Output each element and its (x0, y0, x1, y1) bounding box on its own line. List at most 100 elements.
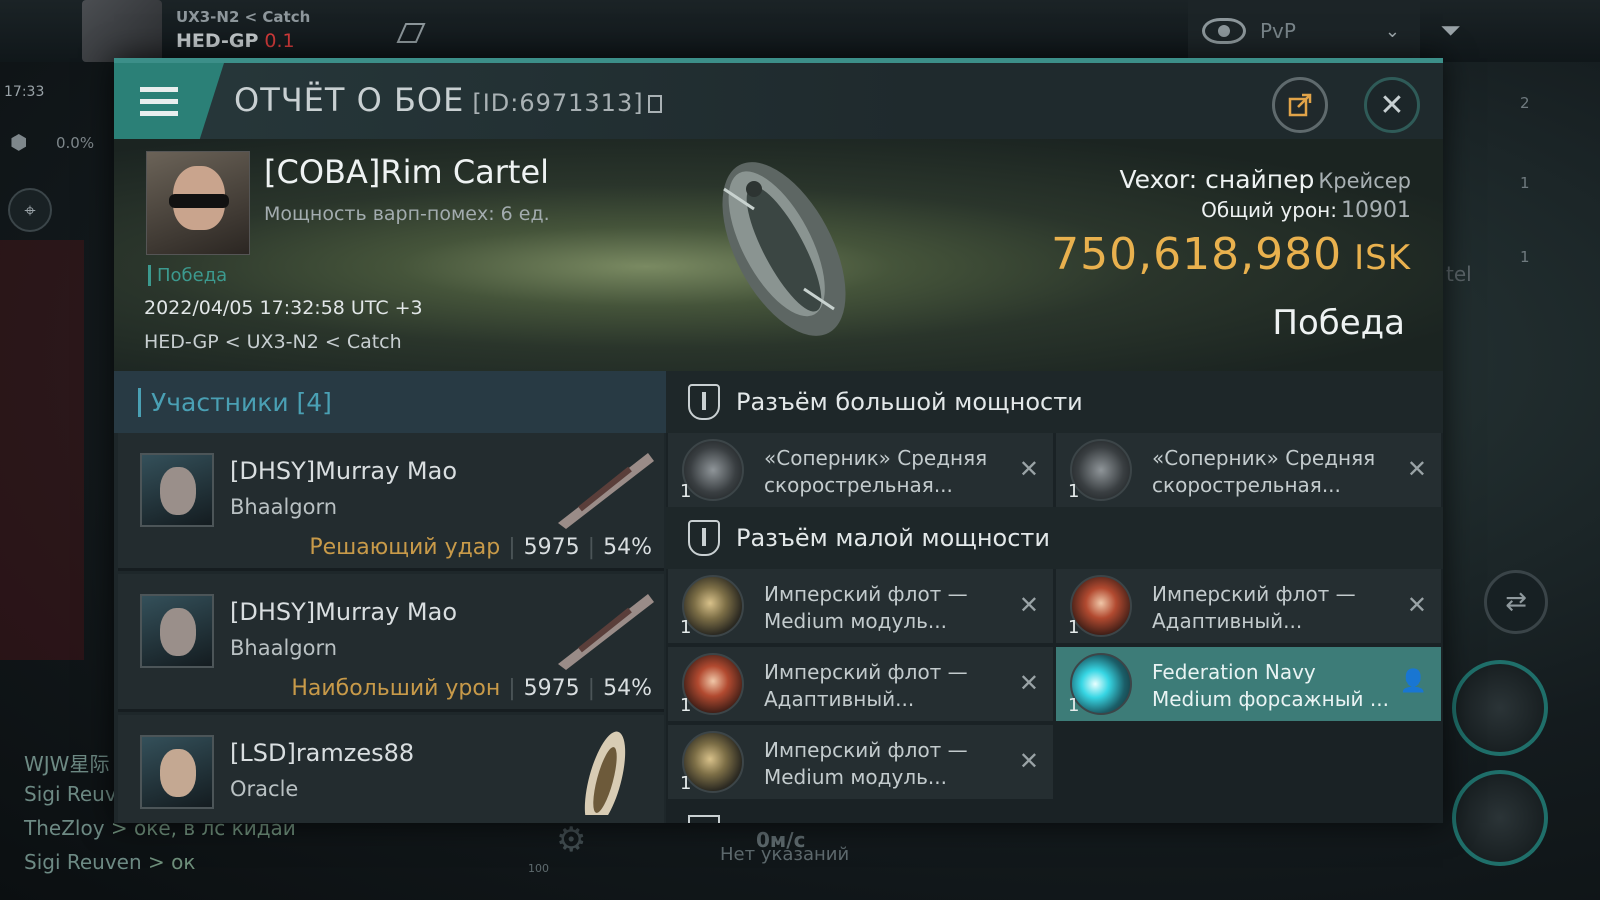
warp-strength: Мощность варп-помех: 6 ед. (264, 203, 550, 225)
chat-name: Sigi Reuven (24, 850, 142, 874)
pilot-damage: 5975 (523, 676, 580, 701)
victim-portrait[interactable] (146, 151, 250, 255)
ship-thumbnail (584, 731, 626, 815)
location-pin-icon[interactable]: ⌖ (8, 188, 52, 232)
cargo-percent: 0.0% (56, 134, 95, 152)
module-item[interactable]: 1 Имперский флот — Medium модуль... ✕ (668, 725, 1053, 799)
module-slot-button[interactable] (1452, 660, 1548, 756)
pilot-name: [LSD]ramzes88 (230, 739, 415, 767)
victim-ship-image (722, 162, 846, 336)
module-item[interactable]: 1 «Соперник» Средняя скорострельная... ✕ (1056, 433, 1441, 507)
pilot-ship: Bhaalgorn (230, 495, 338, 519)
pvp-label: PvP (1260, 19, 1296, 43)
participant-row[interactable]: + [LSD]ramzes88 Oracle (118, 715, 664, 823)
right-panel-item-3[interactable]: 1 (1518, 246, 1530, 267)
left-side-panel (0, 240, 84, 660)
pilot-avatar (140, 594, 214, 668)
close-button[interactable]: ✕ (1364, 77, 1420, 133)
copy-icon[interactable] (647, 95, 662, 113)
system-name: HED-GP (176, 30, 259, 52)
destroyed-x-icon: ✕ (1018, 669, 1039, 697)
title-label: ОТЧЁТ О БОЕ (234, 81, 465, 119)
damage-value: 10901 (1341, 198, 1411, 223)
gear-icon[interactable]: ⚙ (556, 820, 586, 860)
high-slot-header: Разъём большой мощности (666, 371, 1443, 433)
participants-panel: Участники [4] [DHSY]Murray Mao Bhaalgorn… (114, 371, 666, 823)
module-slot-button[interactable] (1452, 770, 1548, 866)
side-text: tel (1446, 262, 1472, 286)
destroyed-x-icon: ✕ (1018, 455, 1039, 483)
module-qty: 1 (680, 617, 692, 638)
high-slot-title: Разъём большой мощности (736, 388, 1083, 416)
low-slot-icon (688, 520, 720, 556)
module-name: Имперский флот — Medium модуль... (764, 738, 968, 789)
module-name: Имперский флот — Адаптивный... (764, 660, 968, 711)
module-name: Federation Navy Medium форсажный ... (1152, 660, 1389, 711)
right-panel-item-2[interactable]: 1 (1518, 172, 1530, 193)
right-count-3: 1 (1520, 248, 1530, 266)
participant-row[interactable]: [DHSY]Murray Mao Bhaalgorn Решающий удар… (118, 433, 664, 571)
destroyed-x-icon: ✕ (1406, 455, 1427, 483)
chat-name: TheZloy (24, 816, 105, 840)
destroyed-x-icon: ✕ (1406, 591, 1427, 619)
chat-line: Sigi Reuven > ок (24, 850, 195, 874)
participants-header[interactable]: Участники [4] (114, 371, 666, 433)
pilot-role: Наибольший урон (291, 676, 501, 701)
right-panel-item-1[interactable]: 2 (1518, 92, 1530, 113)
filter-icon[interactable]: ⏷ (1440, 16, 1470, 46)
module-name: Имперский флот — Адаптивный... (1152, 582, 1356, 633)
share-button[interactable] (1272, 77, 1328, 133)
pilot-ship: Oracle (230, 777, 299, 801)
module-qty: 1 (680, 695, 692, 716)
module-item[interactable]: 1 «Соперник» Средняя скорострельная... ✕ (668, 433, 1053, 507)
ship-class: Крейсер (1318, 169, 1411, 193)
location-route: UX3-N2 < Catch (176, 8, 311, 26)
destroyed-x-icon: ✕ (1018, 747, 1039, 775)
no-orders-label: Нет указаний (720, 844, 850, 865)
pilot-name: [DHSY]Murray Mao (230, 598, 458, 626)
right-count-2: 1 (1520, 174, 1530, 192)
chat-text: > ок (148, 850, 196, 874)
menu-button[interactable] (114, 63, 224, 139)
security-status: 0.1 (264, 30, 295, 52)
clock: 17:33 (4, 84, 45, 100)
module-item[interactable]: 1 Имперский флот — Medium модуль... ✕ (668, 569, 1053, 643)
person-icon: 👤 (1399, 669, 1427, 694)
eye-icon (1202, 18, 1246, 44)
pilot-percent: 54% (603, 535, 652, 560)
isk-unit: ISK (1354, 238, 1411, 278)
chat-line: Sigi Reuv (24, 782, 117, 806)
modal-titlebar: ОТЧЁТ О БОЕ [ID:6971313] ✕ (114, 63, 1443, 139)
pvp-filter-dropdown[interactable]: PvP ⌄ (1188, 0, 1420, 62)
module-name: «Соперник» Средняя скорострельная... (1152, 446, 1376, 497)
destroyed-x-icon: ✕ (1018, 591, 1039, 619)
victim-name[interactable]: [COBA]Rim Cartel (264, 153, 549, 191)
pilot-stats: Наибольший урон | 5975 | 54% (291, 676, 652, 701)
chat-name: Sigi Reuv (24, 782, 117, 806)
module-qty: 1 (1068, 695, 1080, 716)
low-slot-header: Разъём малой мощности (666, 507, 1443, 569)
module-item[interactable]: 1 Имперский флот — Адаптивный... ✕ (1056, 569, 1441, 643)
module-item[interactable]: 1 Имперский флот — Адаптивный... ✕ (668, 647, 1053, 721)
location-system[interactable]: HED-GP 0.1 (176, 30, 295, 52)
pilot-avatar (140, 453, 214, 527)
plus-badge-icon: + (212, 807, 214, 809)
pilot-damage: 5975 (523, 535, 580, 560)
participant-row[interactable]: [DHSY]Murray Mao Bhaalgorn Наибольший ур… (118, 574, 664, 712)
ship-name[interactable]: Vexor: снайпер (1120, 165, 1315, 194)
victory-tag: Победа (148, 265, 227, 286)
next-slot-icon (688, 815, 720, 823)
module-qty: 1 (680, 481, 692, 502)
high-slot-icon (688, 384, 720, 420)
isk-value: 750,618,980 (1051, 229, 1343, 280)
module-item-dropped[interactable]: 1 Federation Navy Medium форсажный ... 👤 (1056, 647, 1441, 721)
pilot-portrait[interactable] (82, 0, 162, 62)
cargo-icon[interactable]: ⬢ (10, 130, 36, 154)
pilot-percent: 54% (603, 676, 652, 701)
map-icon[interactable] (396, 20, 426, 46)
fitting-panel: Разъём большой мощности 1 «Соперник» Сре… (666, 371, 1443, 823)
pilot-stats: Решающий удар | 5975 | 54% (309, 535, 652, 560)
modal-title: ОТЧЁТ О БОЕ [ID:6971313] (234, 81, 662, 119)
module-qty: 1 (1068, 481, 1080, 502)
swap-icon[interactable]: ⇄ (1484, 570, 1548, 634)
